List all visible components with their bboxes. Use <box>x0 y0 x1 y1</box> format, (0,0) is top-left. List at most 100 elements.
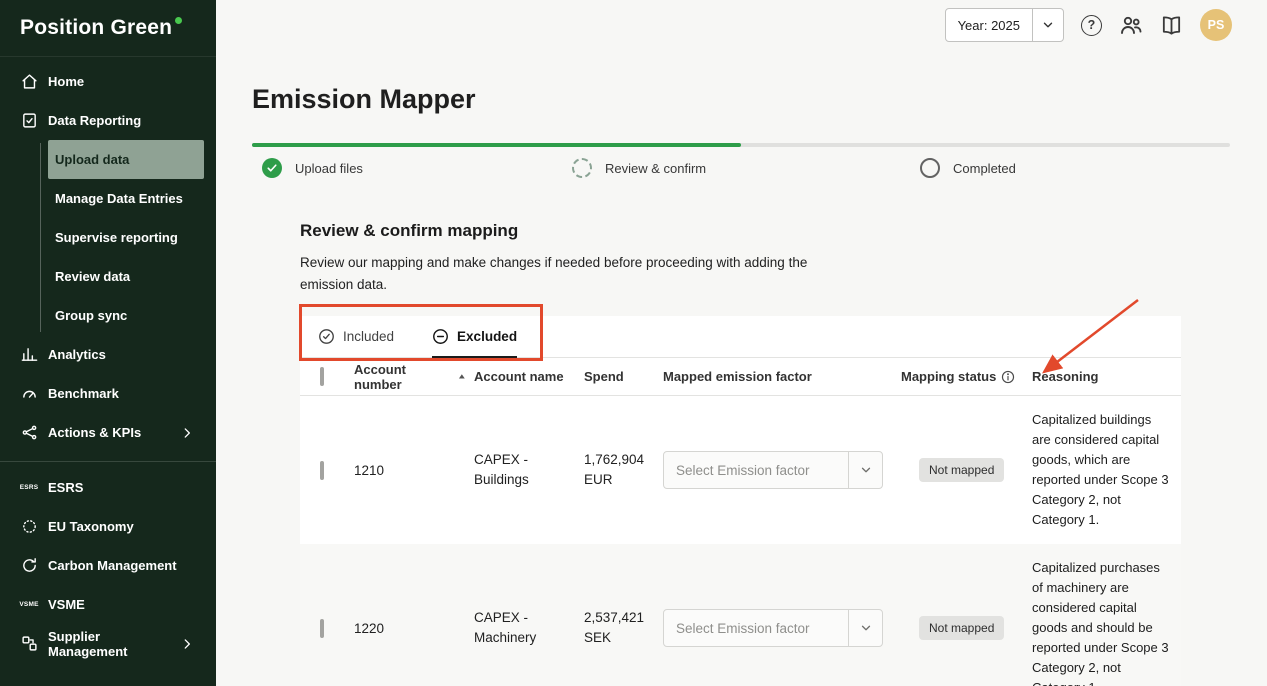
sidebar-item-label: ESRS <box>48 480 84 495</box>
mapping-status-cell: Not mapped <box>901 616 1032 640</box>
column-header-label: Spend <box>584 369 624 384</box>
data-reporting-submenu: Upload data Manage Data Entries Supervis… <box>0 140 216 335</box>
emission-factor-select[interactable]: Select Emission factor <box>663 609 883 647</box>
reasoning-cell: Capitalized purchases of machinery are c… <box>1032 560 1169 686</box>
sidebar-item-eu-taxonomy[interactable]: EU Taxonomy <box>0 507 216 546</box>
benchmark-icon <box>20 385 38 403</box>
sidebar-item-manage-data-entries[interactable]: Manage Data Entries <box>48 179 204 218</box>
emission-factor-cell: Select Emission factor <box>663 451 901 489</box>
chevron-down-icon <box>848 452 882 488</box>
sidebar-item-analytics[interactable]: Analytics <box>0 335 216 374</box>
logo[interactable]: Position Green <box>0 0 216 57</box>
sidebar-item-group-sync[interactable]: Group sync <box>48 296 204 335</box>
sidebar-item-carbon-management[interactable]: Carbon Management <box>0 546 216 585</box>
vsme-icon: VSME <box>19 601 39 608</box>
chevron-right-icon <box>180 426 194 440</box>
sort-ascending-icon <box>459 373 466 379</box>
logo-text: Position Green <box>20 16 173 39</box>
section-description: Review our mapping and make changes if n… <box>300 255 808 292</box>
tab-excluded[interactable]: Excluded <box>432 316 518 358</box>
row-checkbox[interactable] <box>320 618 324 638</box>
column-header-label: Mapped emission factor <box>663 369 812 384</box>
year-select[interactable]: Year: 2025 <box>944 8 1064 42</box>
sidebar-item-label: Supervise reporting <box>55 230 178 245</box>
step-completed: Completed <box>920 158 1016 178</box>
help-button[interactable]: ? <box>1081 14 1102 36</box>
column-header-mapped-emission-factor[interactable]: Mapped emission factor <box>663 369 901 384</box>
table-row: 1210 CAPEX - Buildings 1,762,904 EUR Sel… <box>300 396 1181 544</box>
sidebar-item-review-data[interactable]: Review data <box>48 257 204 296</box>
year-select-value: Year: 2025 <box>957 17 1020 33</box>
row-checkbox[interactable] <box>320 460 324 480</box>
column-header-reasoning[interactable]: Reasoning <box>1032 369 1181 384</box>
column-header-account-number[interactable]: Account number <box>354 362 474 392</box>
reasoning-cell: Capitalized buildings are considered cap… <box>1032 412 1169 527</box>
spend-amount: 1,762,904 <box>584 452 645 467</box>
step-label: Completed <box>953 160 1016 176</box>
spend-currency: EUR <box>584 472 613 487</box>
select-all-checkbox[interactable] <box>320 367 324 386</box>
review-section: Review & confirm mapping Review our mapp… <box>300 220 1181 686</box>
account-number-cell: 1220 <box>354 620 385 636</box>
sidebar-item-vsme[interactable]: VSME VSME <box>0 585 216 624</box>
step-label: Upload files <box>295 160 363 176</box>
sidebar-item-esrs[interactable]: ESRS ESRS <box>0 468 216 507</box>
column-header-label: Account number <box>354 361 406 392</box>
table-header-row: Account number Account name Spend Mapped… <box>300 358 1181 396</box>
spend-amount: 2,537,421 <box>584 610 645 625</box>
sidebar-item-label: Carbon Management <box>48 558 177 573</box>
data-reporting-icon <box>20 112 38 130</box>
section-heading: Review & confirm mapping <box>300 221 519 240</box>
avatar[interactable]: PS <box>1200 9 1232 41</box>
sidebar-item-actions-kpis[interactable]: Actions & KPIs <box>0 413 216 452</box>
stepper: Upload files Review & confirm Completed <box>252 158 1230 182</box>
column-header-mapping-status[interactable]: Mapping status <box>901 369 1032 384</box>
chevron-down-icon <box>848 610 882 646</box>
sidebar-item-upload-data[interactable]: Upload data <box>48 140 204 179</box>
account-name-cell: CAPEX - Buildings <box>474 452 529 487</box>
step-upload-files: Upload files <box>262 158 363 178</box>
sidebar-item-supplier-management[interactable]: Supplier Management <box>0 624 216 663</box>
column-header-account-name[interactable]: Account name <box>474 369 584 384</box>
spend-currency: SEK <box>584 630 612 645</box>
book-icon <box>1162 15 1181 35</box>
sidebar: Position Green Home Data Reporting Uploa… <box>0 0 216 686</box>
tab-label: Included <box>343 329 395 344</box>
sidebar-divider <box>0 461 216 462</box>
sidebar-item-label: Home <box>48 74 85 89</box>
esrs-icon: ESRS <box>19 484 39 491</box>
home-icon <box>20 73 38 91</box>
sidebar-item-label: Actions & KPIs <box>48 425 142 440</box>
tab-included[interactable]: Included <box>318 316 394 357</box>
sidebar-item-supervise-reporting[interactable]: Supervise reporting <box>48 218 204 257</box>
progress-fill <box>252 143 741 147</box>
docs-button[interactable] <box>1160 14 1183 37</box>
main-content: Year: 2025 ? PS Emission Mapper Upload f… <box>216 0 1267 686</box>
sidebar-item-home[interactable]: Home <box>0 62 216 101</box>
mapping-card: Included Excluded Account number Account… <box>300 316 1181 686</box>
info-icon[interactable] <box>1001 370 1015 384</box>
actions-kpis-icon <box>20 424 38 442</box>
emission-factor-placeholder: Select Emission factor <box>676 462 810 478</box>
column-header-spend[interactable]: Spend <box>584 369 663 384</box>
check-circle-icon <box>319 329 334 344</box>
spend-cell: 2,537,421 SEK <box>584 608 663 648</box>
minus-circle-icon <box>433 329 448 344</box>
topbar: Year: 2025 ? PS <box>944 8 1232 42</box>
emission-factor-select[interactable]: Select Emission factor <box>663 451 883 489</box>
sidebar-item-data-reporting[interactable]: Data Reporting <box>0 101 216 140</box>
chevron-down-icon <box>1033 18 1063 32</box>
sidebar-item-label: VSME <box>48 597 85 612</box>
community-button[interactable] <box>1119 13 1143 37</box>
app: Position Green Home Data Reporting Uploa… <box>0 0 1267 686</box>
account-number-cell: 1210 <box>354 462 385 478</box>
analytics-icon <box>20 346 38 364</box>
page-title: Emission Mapper <box>252 84 476 114</box>
step-review-confirm: Review & confirm <box>572 158 706 178</box>
sidebar-item-label: Data Reporting <box>48 113 142 128</box>
spend-cell: 1,762,904 EUR <box>584 450 663 490</box>
sidebar-item-benchmark[interactable]: Benchmark <box>0 374 216 413</box>
sidebar-nav: Home Data Reporting Upload data Manage D… <box>0 57 216 663</box>
sidebar-item-label: Group sync <box>55 308 128 323</box>
sidebar-item-label: Analytics <box>48 347 106 362</box>
